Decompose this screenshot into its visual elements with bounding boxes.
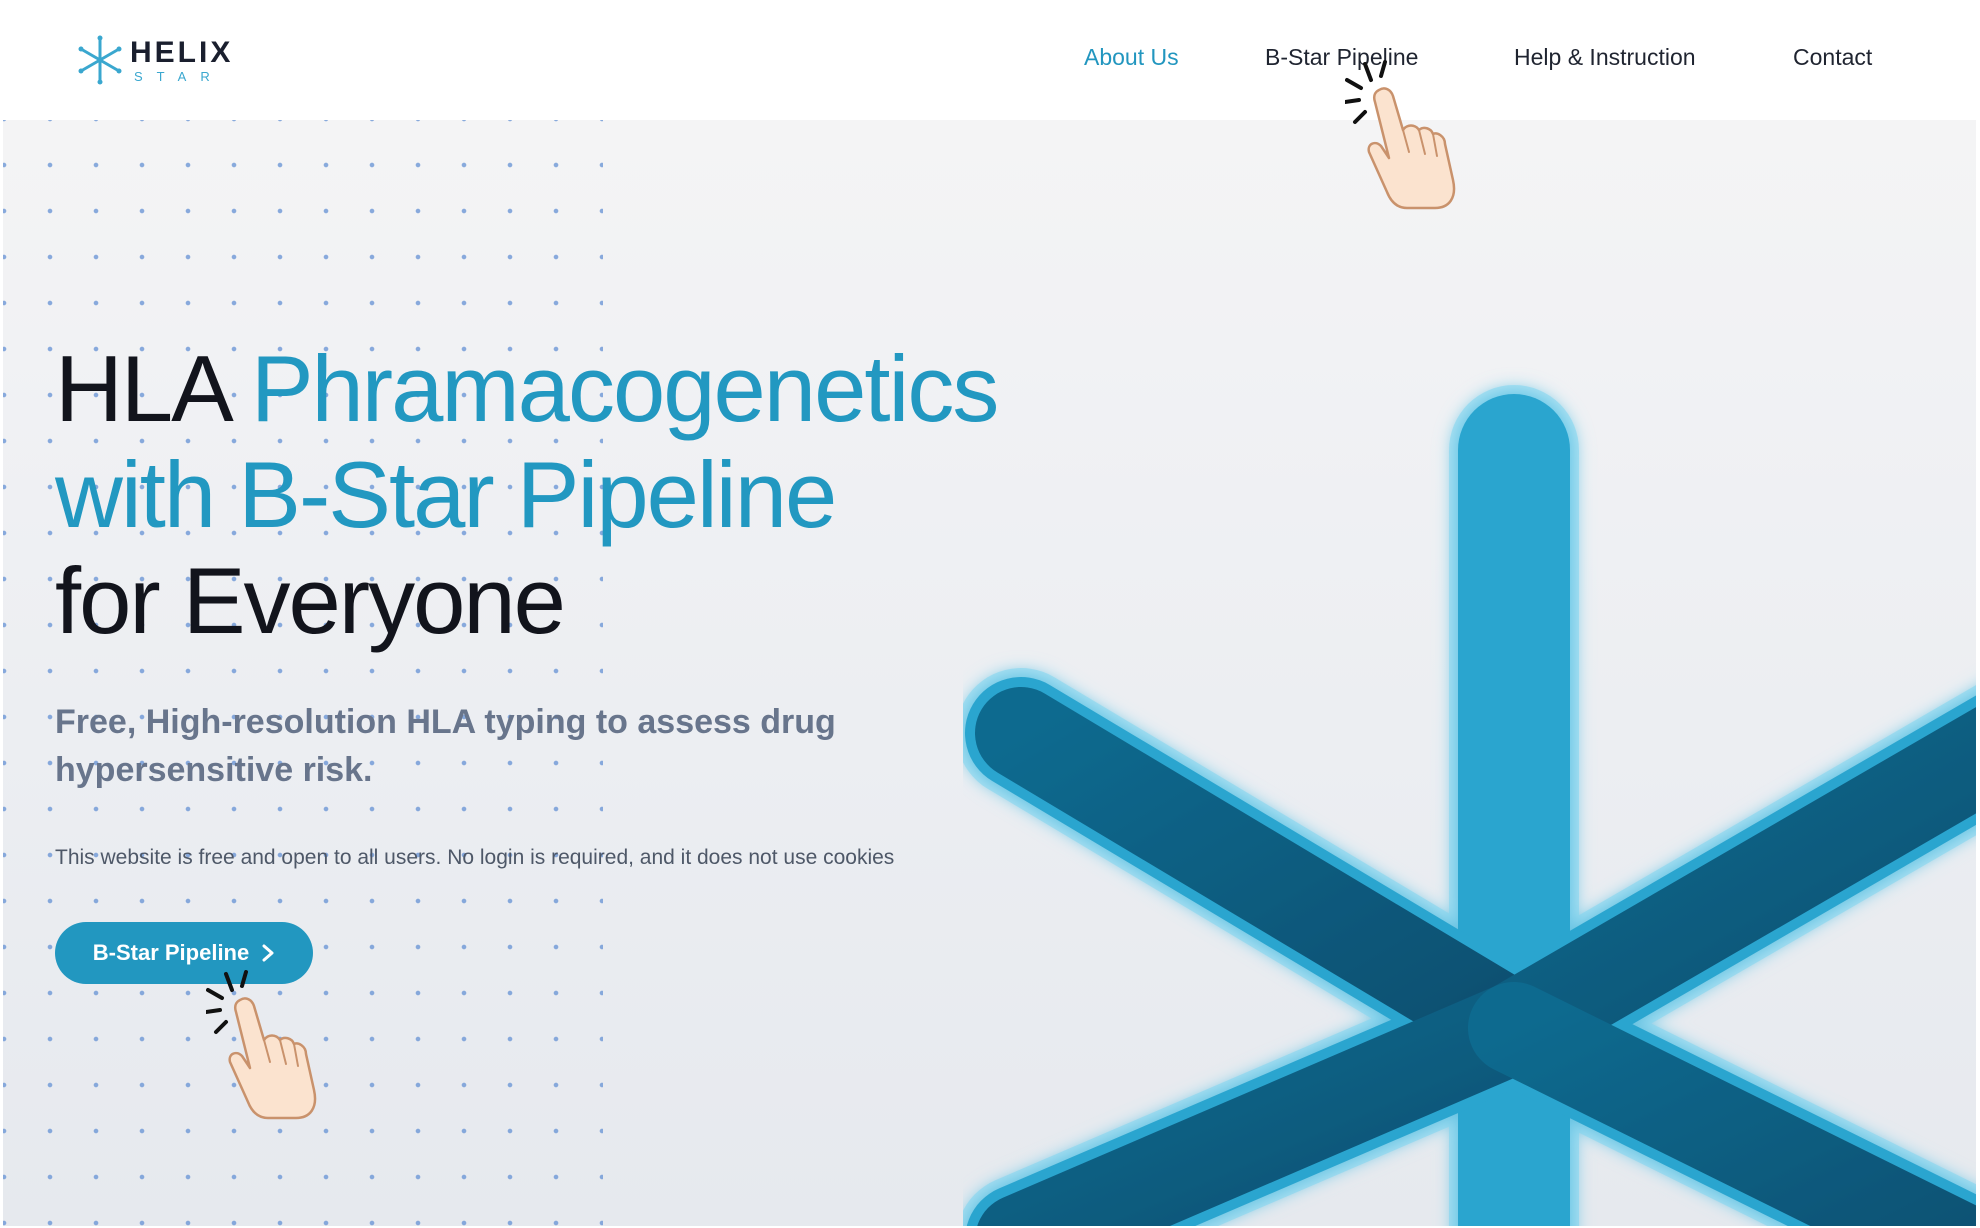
hero-subheadline: Free, High-resolution HLA typing to asse… xyxy=(55,703,836,789)
headline-with-pipeline: with B-Star Pipeline xyxy=(55,442,837,547)
pointing-hand-icon xyxy=(1345,60,1456,210)
nav-contact[interactable]: Contact xyxy=(1793,42,1872,72)
logo-submark: STAR xyxy=(134,69,224,84)
chevron-right-icon xyxy=(262,944,274,962)
headline-pharmacogenetics: Phramacogenetics xyxy=(250,336,1000,441)
headline-for-everyone: for Everyone xyxy=(55,548,566,653)
nav-about-us[interactable]: About Us xyxy=(1084,42,1179,72)
privacy-notice: This website is free and open to all use… xyxy=(55,846,895,869)
page: HELIX STAR About Us B-Star Pipeline Help… xyxy=(0,0,1980,1228)
nav-help-instruction[interactable]: Help & Instruction xyxy=(1514,42,1696,72)
main-nav: About Us B-Star Pipeline Help & Instruct… xyxy=(0,42,1980,72)
headline-hla: HLA xyxy=(55,336,229,441)
pointing-hand-icon xyxy=(206,970,317,1120)
cta-label: B-Star Pipeline xyxy=(92,940,250,965)
glowing-asterisk-icon xyxy=(963,385,1976,1226)
top-navigation-bar: HELIX STAR About Us B-Star Pipeline Help… xyxy=(0,0,1980,120)
hero-headline: HLA Phramacogenetics with B-Star Pipelin… xyxy=(55,336,1000,654)
